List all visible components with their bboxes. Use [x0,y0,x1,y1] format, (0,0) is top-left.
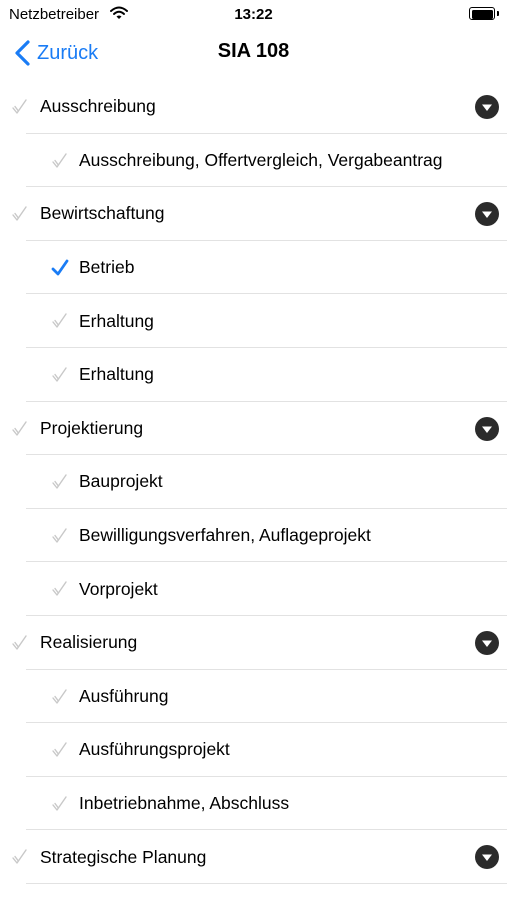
checkmark-unchecked-icon [10,419,30,439]
item-label: Bauprojekt [79,471,163,492]
checkmark-unchecked-icon [10,204,30,224]
disclosure-triangle-icon[interactable] [475,202,499,227]
checkmark-unchecked-icon [50,311,70,331]
checkmark-unchecked-icon [50,740,70,760]
section-label: Strategische Planung [40,846,207,867]
checkmark-unchecked-icon [50,687,70,707]
section-row[interactable]: Projektierung [0,402,507,456]
list-item[interactable]: Bewilligungsverfahren, Auflageprojekt [0,509,507,563]
list-item[interactable]: Ausführungsprojekt [0,723,507,777]
list-item[interactable]: Bauprojekt [0,455,507,509]
item-label: Erhaltung [79,364,154,385]
checkmark-unchecked-icon [50,794,70,814]
section-label: Bewirtschaftung [40,203,165,224]
checkmark-unchecked-icon [50,526,70,546]
section-row[interactable]: Ausschreibung [0,80,507,134]
item-label: Vorprojekt [79,578,158,599]
disclosure-triangle-icon[interactable] [475,416,499,441]
item-label: Ausschreibung, Offertvergleich, Vergabea… [79,149,443,170]
battery-icon [469,7,499,20]
status-bar: Netzbetreiber 13:22 [0,0,507,28]
section-row[interactable]: Bewirtschaftung [0,187,507,241]
list-item[interactable]: Ausschreibung, Offertvergleich, Vergabea… [0,134,507,188]
checkmark-unchecked-icon [50,365,70,385]
list-item[interactable]: Erhaltung [0,348,507,402]
checkmark-unchecked-icon [50,472,70,492]
page-title: SIA 108 [217,40,290,62]
list-item[interactable]: Ausführung [0,670,507,724]
row-separator [26,882,507,884]
item-label: Bewilligungsverfahren, Auflageprojekt [79,525,371,546]
section-label: Projektierung [40,417,144,438]
checklist-table: Ausschreibung Ausschreibung, Offertvergle… [0,80,507,884]
checkmark-unchecked-icon [50,579,70,599]
item-label: Erhaltung [79,310,154,331]
checkmark-unchecked-icon [10,847,30,867]
disclosure-triangle-icon[interactable] [475,630,499,655]
disclosure-triangle-icon[interactable] [475,95,499,119]
disclosure-triangle-icon[interactable] [475,845,499,870]
checkmark-unchecked-icon [10,633,30,653]
list-item[interactable]: Betrieb [0,241,507,295]
section-row[interactable]: Strategische Planung [0,830,507,884]
checkmark-unchecked-icon [10,97,30,117]
item-label: Inbetriebnahme, Abschluss [79,793,290,814]
checkmark-unchecked-icon [50,151,70,171]
list-item[interactable]: Vorprojekt [0,562,507,616]
item-label: Ausführungsprojekt [79,739,230,760]
item-label: Betrieb [79,257,135,278]
item-label: Ausführung [79,685,169,706]
section-row[interactable]: Realisierung [0,616,507,670]
checkmark-icon [50,258,70,278]
section-label: Ausschreibung [40,96,156,117]
section-label: Realisierung [40,632,138,653]
list-item[interactable]: Erhaltung [0,294,507,348]
status-time: 13:22 [234,6,273,23]
navigation-bar: Zurück SIA 108 [0,28,507,80]
list-item[interactable]: Inbetriebnahme, Abschluss [0,777,507,831]
